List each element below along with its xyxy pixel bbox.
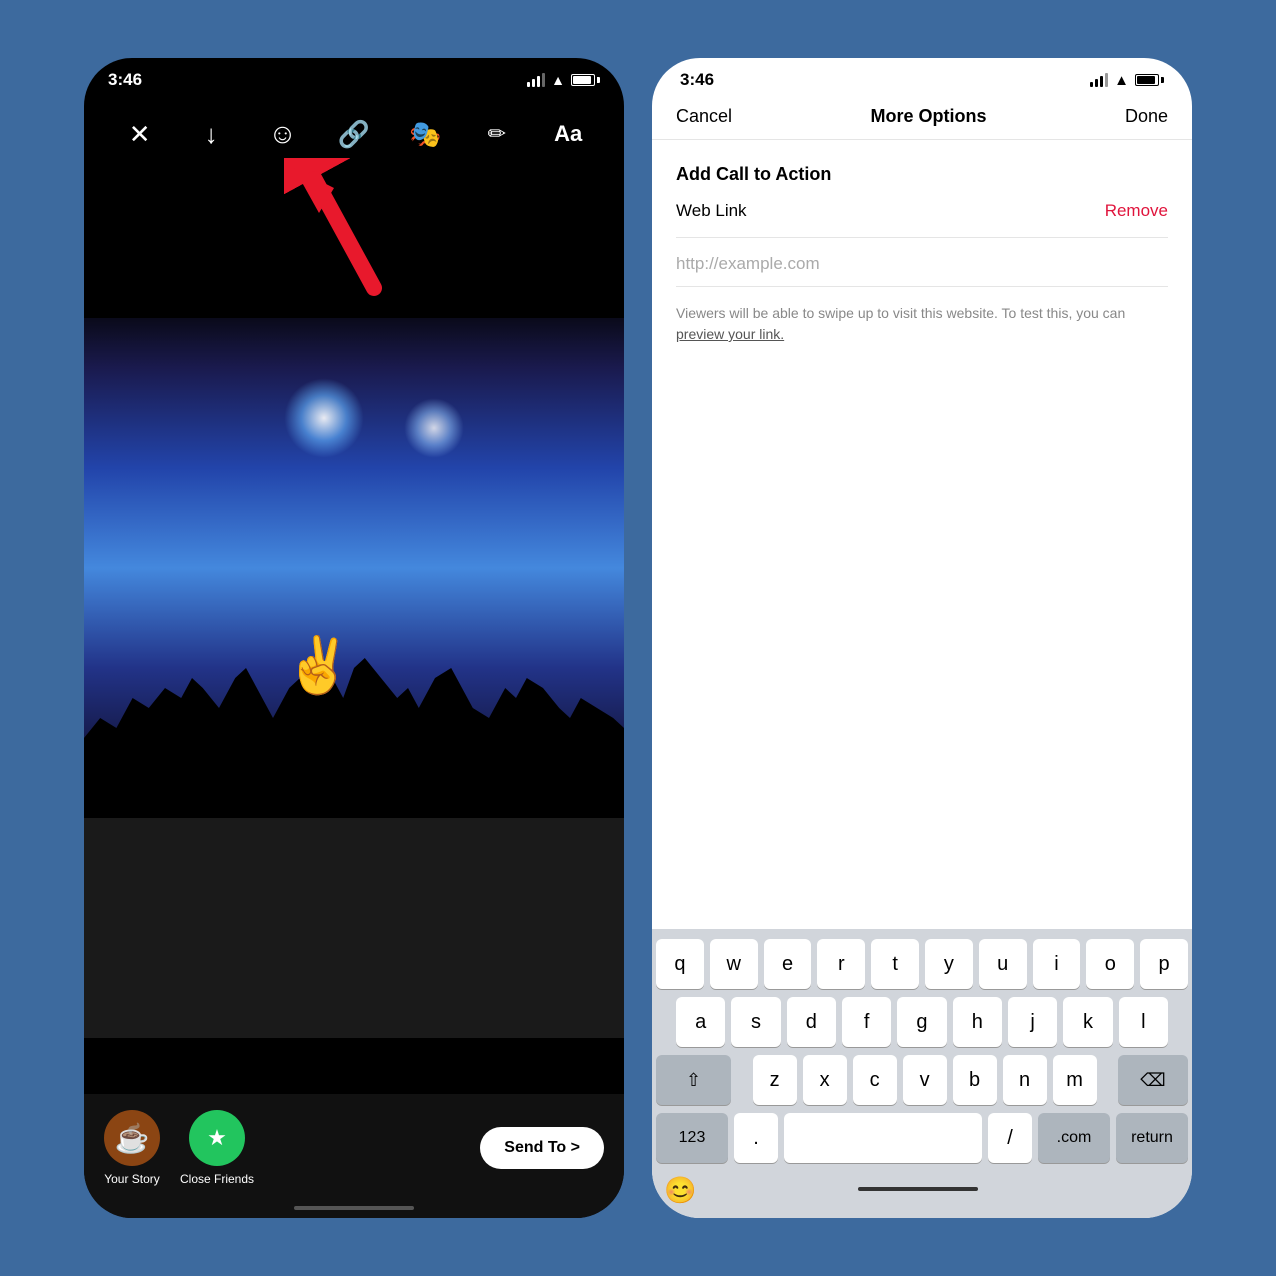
right-phone: 3:46 ▲ Cancel More Options Done Add Call…: [652, 58, 1192, 1218]
dotcom-key[interactable]: .com: [1038, 1113, 1110, 1163]
home-indicator-left: [294, 1206, 414, 1210]
your-story-label: Your Story: [104, 1172, 160, 1186]
keyboard-row-2: a s d f g h j k l: [656, 997, 1188, 1047]
pen-icon[interactable]: ✏: [477, 121, 517, 147]
key-j[interactable]: j: [1008, 997, 1057, 1047]
wifi-icon-right: ▲: [1114, 72, 1129, 89]
key-y[interactable]: y: [925, 939, 973, 989]
cancel-button[interactable]: Cancel: [676, 106, 732, 127]
keyboard-bottom: 😊: [656, 1171, 1188, 1214]
home-indicator-right: [858, 1187, 978, 1191]
close-friends-label: Close Friends: [180, 1172, 254, 1186]
key-o[interactable]: o: [1086, 939, 1134, 989]
close-friends-avatar: ★: [189, 1110, 245, 1166]
red-arrow: [284, 158, 404, 298]
key-m[interactable]: m: [1053, 1055, 1097, 1105]
preview-link[interactable]: preview your link.: [676, 326, 784, 342]
crowd-silhouette: [84, 618, 624, 818]
text-icon[interactable]: Aa: [548, 121, 588, 147]
section-title: Add Call to Action: [676, 164, 1168, 185]
battery-icon-left: [571, 74, 600, 86]
url-placeholder[interactable]: http://example.com: [676, 254, 820, 273]
keyboard-row-1: q w e r t y u i o p: [656, 939, 1188, 989]
key-a[interactable]: a: [676, 997, 725, 1047]
key-q[interactable]: q: [656, 939, 704, 989]
wifi-icon-left: ▲: [551, 72, 565, 88]
content-area: Add Call to Action Web Link Remove http:…: [652, 140, 1192, 929]
space-key[interactable]: [784, 1113, 982, 1163]
key-g[interactable]: g: [897, 997, 946, 1047]
face-sticker-icon[interactable]: 🎭: [405, 119, 445, 150]
keyboard-row-4: 123 . / .com return: [656, 1113, 1188, 1163]
web-link-label: Web Link: [676, 201, 747, 221]
signal-icon-right: [1090, 73, 1108, 87]
concert-image: ✌: [84, 318, 624, 818]
key-z[interactable]: z: [753, 1055, 797, 1105]
key-s[interactable]: s: [731, 997, 780, 1047]
dot-key[interactable]: .: [734, 1113, 778, 1163]
left-phone: 3:46 ▲ ✕ ↓ ☺ 🔗 🎭 ✏ Aa: [84, 58, 624, 1218]
download-icon[interactable]: ↓: [191, 119, 231, 150]
key-u[interactable]: u: [979, 939, 1027, 989]
top-toolbar: ✕ ↓ ☺ 🔗 🎭 ✏ Aa: [84, 106, 624, 162]
web-link-row: Web Link Remove: [676, 201, 1168, 238]
status-icons-right: ▲: [1090, 72, 1164, 89]
bottom-bar: ☕ Your Story ★ Close Friends Send To >: [84, 1094, 624, 1218]
key-v[interactable]: v: [903, 1055, 947, 1105]
slash-key[interactable]: /: [988, 1113, 1032, 1163]
close-icon[interactable]: ✕: [120, 119, 160, 150]
your-story-avatar: ☕: [104, 1110, 160, 1166]
status-bar-right: 3:46 ▲: [652, 58, 1192, 98]
key-p[interactable]: p: [1140, 939, 1188, 989]
nav-bar: Cancel More Options Done: [652, 98, 1192, 140]
key-b[interactable]: b: [953, 1055, 997, 1105]
close-friends-item[interactable]: ★ Close Friends: [180, 1110, 254, 1186]
key-r[interactable]: r: [817, 939, 865, 989]
signal-icon-left: [527, 73, 545, 87]
status-icons-left: ▲: [527, 72, 600, 88]
key-l[interactable]: l: [1119, 997, 1168, 1047]
remove-button[interactable]: Remove: [1105, 201, 1168, 221]
return-key[interactable]: return: [1116, 1113, 1188, 1163]
nav-title: More Options: [871, 106, 987, 127]
helper-text: Viewers will be able to swipe up to visi…: [676, 303, 1168, 345]
key-d[interactable]: d: [787, 997, 836, 1047]
send-to-button[interactable]: Send To >: [480, 1127, 604, 1169]
key-h[interactable]: h: [953, 997, 1002, 1047]
key-i[interactable]: i: [1033, 939, 1081, 989]
backspace-key[interactable]: ⌫: [1118, 1055, 1188, 1105]
battery-icon-right: [1135, 74, 1164, 86]
key-k[interactable]: k: [1063, 997, 1112, 1047]
done-button[interactable]: Done: [1125, 106, 1168, 127]
num-key[interactable]: 123: [656, 1113, 728, 1163]
key-c[interactable]: c: [853, 1055, 897, 1105]
emoji-button[interactable]: 😊: [664, 1175, 696, 1206]
dark-middle-section: [84, 818, 624, 1038]
time-right: 3:46: [680, 70, 714, 90]
key-e[interactable]: e: [764, 939, 812, 989]
key-f[interactable]: f: [842, 997, 891, 1047]
your-story-item[interactable]: ☕ Your Story: [104, 1110, 160, 1186]
link-icon[interactable]: 🔗: [334, 119, 374, 150]
key-w[interactable]: w: [710, 939, 758, 989]
helper-text-before: Viewers will be able to swipe up to visi…: [676, 305, 1125, 321]
key-t[interactable]: t: [871, 939, 919, 989]
status-bar-left: 3:46 ▲: [84, 58, 624, 98]
key-n[interactable]: n: [1003, 1055, 1047, 1105]
time-left: 3:46: [108, 70, 142, 90]
keyboard-row-3: ⇧ z x c v b n m ⌫: [656, 1055, 1188, 1105]
key-x[interactable]: x: [803, 1055, 847, 1105]
shift-key[interactable]: ⇧: [656, 1055, 731, 1105]
keyboard: q w e r t y u i o p a s d f g h j k l ⇧ …: [652, 929, 1192, 1218]
add-emoji-icon[interactable]: ☺: [263, 118, 303, 150]
url-input-container: http://example.com: [676, 254, 1168, 287]
